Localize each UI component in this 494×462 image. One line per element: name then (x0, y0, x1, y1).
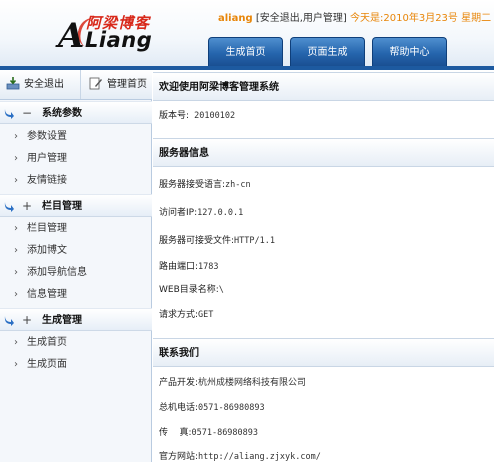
sidebar-toolbar: 安全退出 管理首页 (0, 70, 152, 100)
info-value: GET (198, 310, 214, 320)
chevron-right-icon: › (14, 175, 18, 186)
chevron-right-icon: › (14, 153, 18, 164)
info-value: zh-cn (225, 180, 251, 190)
version-row: 版本号: 20100102 (159, 108, 235, 121)
contact-value: 0571-86980893 (198, 403, 265, 413)
sidebar-item-add-nav-info[interactable]: › 添加导航信息 (0, 262, 150, 284)
info-label: 服务器接受语言: (159, 180, 226, 190)
chevron-right-icon: › (14, 131, 18, 142)
version-label: 版本号: (159, 111, 190, 121)
nav-tab-help-center[interactable]: 帮助中心 (372, 37, 447, 66)
info-row: WEB目录名称:\ (159, 282, 224, 295)
logout-label: 安全退出 (24, 79, 64, 90)
info-row: 服务器接受语言:zh-cn (159, 177, 251, 190)
contact-heading: 联系我们 (153, 338, 494, 367)
info-row: 路由端口:1783 (159, 259, 219, 272)
group-header-column-admin[interactable]: + 栏目管理 (0, 194, 152, 217)
info-label: 路由端口: (159, 262, 199, 272)
sidebar-item-add-post[interactable]: › 添加博文 (0, 240, 150, 262)
contact-label: 官方网站: (159, 452, 199, 462)
contact-row: 官方网站:http://aliang.zjxyk.com/ (159, 449, 321, 462)
nav-tab-generate-home[interactable]: 生成首页 (208, 37, 283, 66)
expand-toggle[interactable]: + (22, 195, 32, 218)
logo-letter-a: A (58, 16, 85, 56)
chevron-right-icon: › (14, 337, 18, 348)
info-row: 访问者IP:127.0.0.1 (159, 205, 243, 218)
logout-button[interactable]: 安全退出 (6, 70, 76, 99)
contact-row: 总机电话:0571-86980893 (159, 400, 265, 413)
info-label: 请求方式: (159, 310, 199, 320)
header-user-admin-link[interactable]: 用户管理 (303, 13, 343, 24)
group-title: 生成管理 (42, 315, 82, 326)
expand-toggle[interactable]: + (22, 309, 32, 332)
group-header-system-params[interactable]: − 系统参数 (0, 101, 152, 124)
contact-row: 产品开发:杭州成楼网络科技有限公司 (159, 375, 306, 388)
sidebar-item-info-admin[interactable]: › 信息管理 (0, 284, 150, 306)
aliang-logo[interactable]: 阿梁博客 A Liang (58, 12, 158, 54)
sidebar-item-label: 添加导航信息 (27, 267, 87, 278)
sidebar-item-label: 添加博文 (27, 245, 67, 256)
sidebar-item-generate-pages[interactable]: › 生成页面 (0, 354, 150, 376)
current-date: 今天是:2010年3月23号 星期二 (350, 13, 492, 24)
admin-home-button[interactable]: 管理首页 (80, 70, 152, 99)
sidebar: 安全退出 管理首页 − 系统参数 › 参数设置 › 用户管理 › 友情链接 + 栏目管… (0, 70, 152, 462)
info-value: 1783 (198, 262, 219, 272)
info-label: WEB目录名称: (159, 285, 219, 295)
sidebar-item-user-admin[interactable]: › 用户管理 (0, 148, 150, 170)
contact-value: 0571-86980893 (191, 428, 259, 438)
info-label: 访问者IP: (159, 208, 198, 218)
chevron-right-icon: › (14, 223, 18, 234)
sidebar-item-label: 生成页面 (27, 359, 67, 370)
nav-tab-generate-pages[interactable]: 页面生成 (290, 37, 365, 66)
group-header-generate-admin[interactable]: + 生成管理 (0, 308, 152, 331)
info-value: 127.0.0.1 (197, 208, 244, 218)
version-value: 20100102 (189, 111, 236, 121)
chevron-right-icon: › (14, 245, 18, 256)
contact-label: 传 真: (159, 428, 192, 438)
official-site-link[interactable]: http://aliang.zjxyk.com/ (198, 452, 321, 462)
chevron-right-icon: › (14, 359, 18, 370)
server-info-heading: 服务器信息 (153, 138, 494, 167)
collapse-toggle[interactable]: − (22, 102, 32, 125)
contact-row: 传 真:0571-86980893 (159, 425, 258, 438)
sidebar-item-label: 信息管理 (27, 289, 67, 300)
group-title: 栏目管理 (42, 201, 82, 212)
bracket-close: ] (342, 13, 351, 24)
sidebar-item-param-settings[interactable]: › 参数设置 (0, 126, 150, 148)
bracket-open: [ (252, 13, 260, 24)
sidebar-item-label: 生成首页 (27, 337, 67, 348)
expand-arrow-icon (4, 316, 14, 326)
sidebar-item-column-admin[interactable]: › 栏目管理 (0, 218, 150, 240)
admin-home-label: 管理首页 (107, 79, 147, 90)
header-logout-link[interactable]: 安全退出 (260, 13, 300, 24)
expand-arrow-icon (4, 109, 14, 119)
chevron-right-icon: › (14, 289, 18, 300)
sidebar-item-label: 友情链接 (27, 175, 67, 186)
chevron-right-icon: › (14, 267, 18, 278)
username: aliang (218, 13, 253, 24)
sidebar-item-label: 用户管理 (27, 153, 67, 164)
sidebar-item-label: 栏目管理 (27, 223, 67, 234)
logo-wordmark: Liang (85, 28, 153, 52)
group-title: 系统参数 (42, 108, 82, 119)
info-value: \ (218, 285, 224, 295)
contact-label: 总机电话: (159, 403, 199, 413)
contact-label: 产品开发: (159, 378, 199, 388)
sidebar-item-label: 参数设置 (27, 131, 67, 142)
edit-icon (89, 77, 102, 90)
welcome-heading: 欢迎使用阿梁博客管理系统 (153, 72, 494, 101)
contact-value: 杭州成楼网络科技有限公司 (198, 378, 307, 388)
user-bar: aliang [安全退出,用户管理] 今天是:2010年3月23号 星期二 (218, 9, 491, 24)
expand-arrow-icon (4, 202, 14, 212)
info-value: HTTP/1.1 (234, 236, 275, 246)
info-row: 请求方式:GET (159, 307, 213, 320)
sidebar-item-generate-home[interactable]: › 生成首页 (0, 332, 150, 354)
logout-icon (6, 77, 20, 90)
top-header: 阿梁博客 A Liang aliang [安全退出,用户管理] 今天是:2010… (0, 0, 494, 70)
main-content: 欢迎使用阿梁博客管理系统 版本号: 20100102 服务器信息 服务器接受语言… (153, 70, 494, 462)
sidebar-item-friend-links[interactable]: › 友情链接 (0, 170, 150, 192)
info-label: 服务器可接受文件: (159, 236, 235, 246)
info-row: 服务器可接受文件:HTTP/1.1 (159, 233, 275, 246)
